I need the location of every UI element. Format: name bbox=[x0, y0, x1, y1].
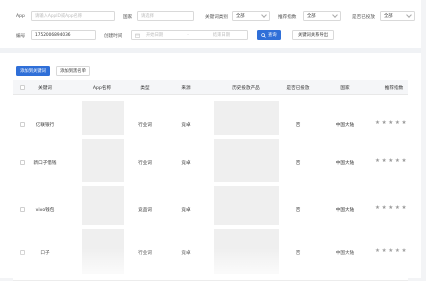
keyword-type-label: 关键词类别 bbox=[205, 15, 228, 20]
row-checkbox[interactable] bbox=[20, 250, 25, 255]
calendar-icon bbox=[135, 33, 140, 38]
star-rating: ★★★★★ bbox=[375, 120, 409, 126]
delivered-cell: 否 bbox=[295, 208, 301, 213]
delivered-cell: 否 bbox=[295, 161, 301, 166]
type-cell: 竞品词 bbox=[138, 208, 152, 213]
country-label: 国家 bbox=[123, 15, 133, 20]
created-time-label: 创建时间 bbox=[104, 34, 123, 39]
keyword-cell: 亿联银行 bbox=[35, 123, 55, 128]
row-checkbox[interactable] bbox=[20, 122, 25, 127]
app-icon-placeholder bbox=[82, 139, 124, 184]
source-cell: 竞卓 bbox=[181, 208, 191, 213]
star-rating: ★★★★★ bbox=[375, 248, 409, 254]
header-delivered: 是否已投放 bbox=[286, 85, 310, 91]
app-label: App bbox=[16, 14, 25, 19]
header-recommend: 推荐指数 bbox=[384, 85, 404, 91]
add-keyword-button[interactable]: 添加到关键词 bbox=[16, 66, 50, 76]
source-cell: 竞卓 bbox=[181, 251, 191, 256]
recommend-value: 全部 bbox=[307, 14, 316, 19]
star-rating: ★★★★★ bbox=[375, 205, 409, 211]
delivered-cell: 否 bbox=[295, 123, 301, 128]
header-source: 来源 bbox=[181, 85, 191, 91]
keyword-cell: vivo钱包 bbox=[35, 208, 55, 213]
keyword-type-value: 全部 bbox=[236, 14, 245, 19]
range-separator: - bbox=[187, 32, 189, 38]
app-search-input[interactable]: 请输入AppID或App名称 bbox=[31, 11, 115, 21]
history-products-placeholder bbox=[214, 139, 279, 184]
history-products-placeholder bbox=[214, 229, 279, 274]
app-icon-placeholder bbox=[82, 229, 124, 274]
date-range-picker[interactable]: 开始日期 - 结束日期 bbox=[131, 30, 248, 40]
delivered-select[interactable]: 全部 bbox=[380, 11, 415, 21]
keyword-cell: 新口子借钱 bbox=[33, 161, 57, 166]
header-keyword: 关键词 bbox=[38, 85, 52, 91]
country-cell: 中国大陆 bbox=[335, 123, 355, 128]
table-row[interactable]: 口子 行业词 竞卓 否 中国大陆 ★★★★★ bbox=[13, 225, 408, 281]
select-all-checkbox[interactable] bbox=[20, 84, 25, 90]
export-button[interactable]: 关键词关系导出 bbox=[292, 30, 334, 40]
delivered-cell: 否 bbox=[295, 251, 301, 256]
header-history-products: 历史投放产品 bbox=[232, 85, 260, 91]
header-type: 类型 bbox=[140, 85, 150, 91]
row-checkbox[interactable] bbox=[20, 160, 25, 165]
end-date-input[interactable]: 结束日期 bbox=[213, 32, 230, 38]
keyword-cell: 口子 bbox=[40, 251, 50, 256]
type-cell: 行业词 bbox=[138, 123, 152, 128]
type-cell: 行业词 bbox=[138, 161, 152, 166]
source-cell: 竞卓 bbox=[181, 123, 191, 128]
delivered-value: 全部 bbox=[384, 14, 393, 19]
table-header: 关键词 App名称 类型 来源 历史投放产品 是否已投放 国家 推荐指数 bbox=[13, 80, 408, 95]
row-checkbox[interactable] bbox=[20, 207, 25, 212]
add-blacklist-button[interactable]: 添加到黑名单 bbox=[56, 66, 90, 76]
chevron-down-icon bbox=[406, 12, 412, 19]
keyword-type-select[interactable]: 全部 bbox=[232, 11, 270, 21]
country-cell: 中国大陆 bbox=[335, 208, 355, 213]
recommend-select[interactable]: 全部 bbox=[303, 11, 341, 21]
section-divider bbox=[0, 48, 421, 53]
type-cell: 行业词 bbox=[138, 251, 152, 256]
keyword-management-page: App 请输入AppID或App名称 国家 请选择 关键词类别 全部 推荐指数 … bbox=[0, 0, 421, 281]
source-cell: 竞卓 bbox=[181, 161, 191, 166]
search-icon bbox=[261, 32, 267, 38]
country-cell: 中国大陆 bbox=[335, 251, 355, 256]
search-button[interactable]: 查询 bbox=[257, 30, 281, 40]
star-rating: ★★★★★ bbox=[375, 158, 409, 164]
header-country: 国家 bbox=[340, 85, 350, 91]
delivered-label: 是否已投放 bbox=[352, 15, 375, 20]
country-select[interactable]: 请选择 bbox=[137, 11, 194, 21]
search-button-label: 查询 bbox=[267, 33, 277, 38]
recommend-label: 推荐指数 bbox=[278, 15, 297, 20]
id-label: 编号 bbox=[16, 34, 26, 39]
id-input[interactable]: 1752006894036 bbox=[31, 30, 96, 40]
country-cell: 中国大陆 bbox=[335, 161, 355, 166]
start-date-input[interactable]: 开始日期 bbox=[146, 32, 163, 38]
chevron-down-icon bbox=[261, 12, 267, 19]
header-app-name: App名称 bbox=[92, 85, 112, 91]
chevron-down-icon bbox=[332, 12, 338, 19]
